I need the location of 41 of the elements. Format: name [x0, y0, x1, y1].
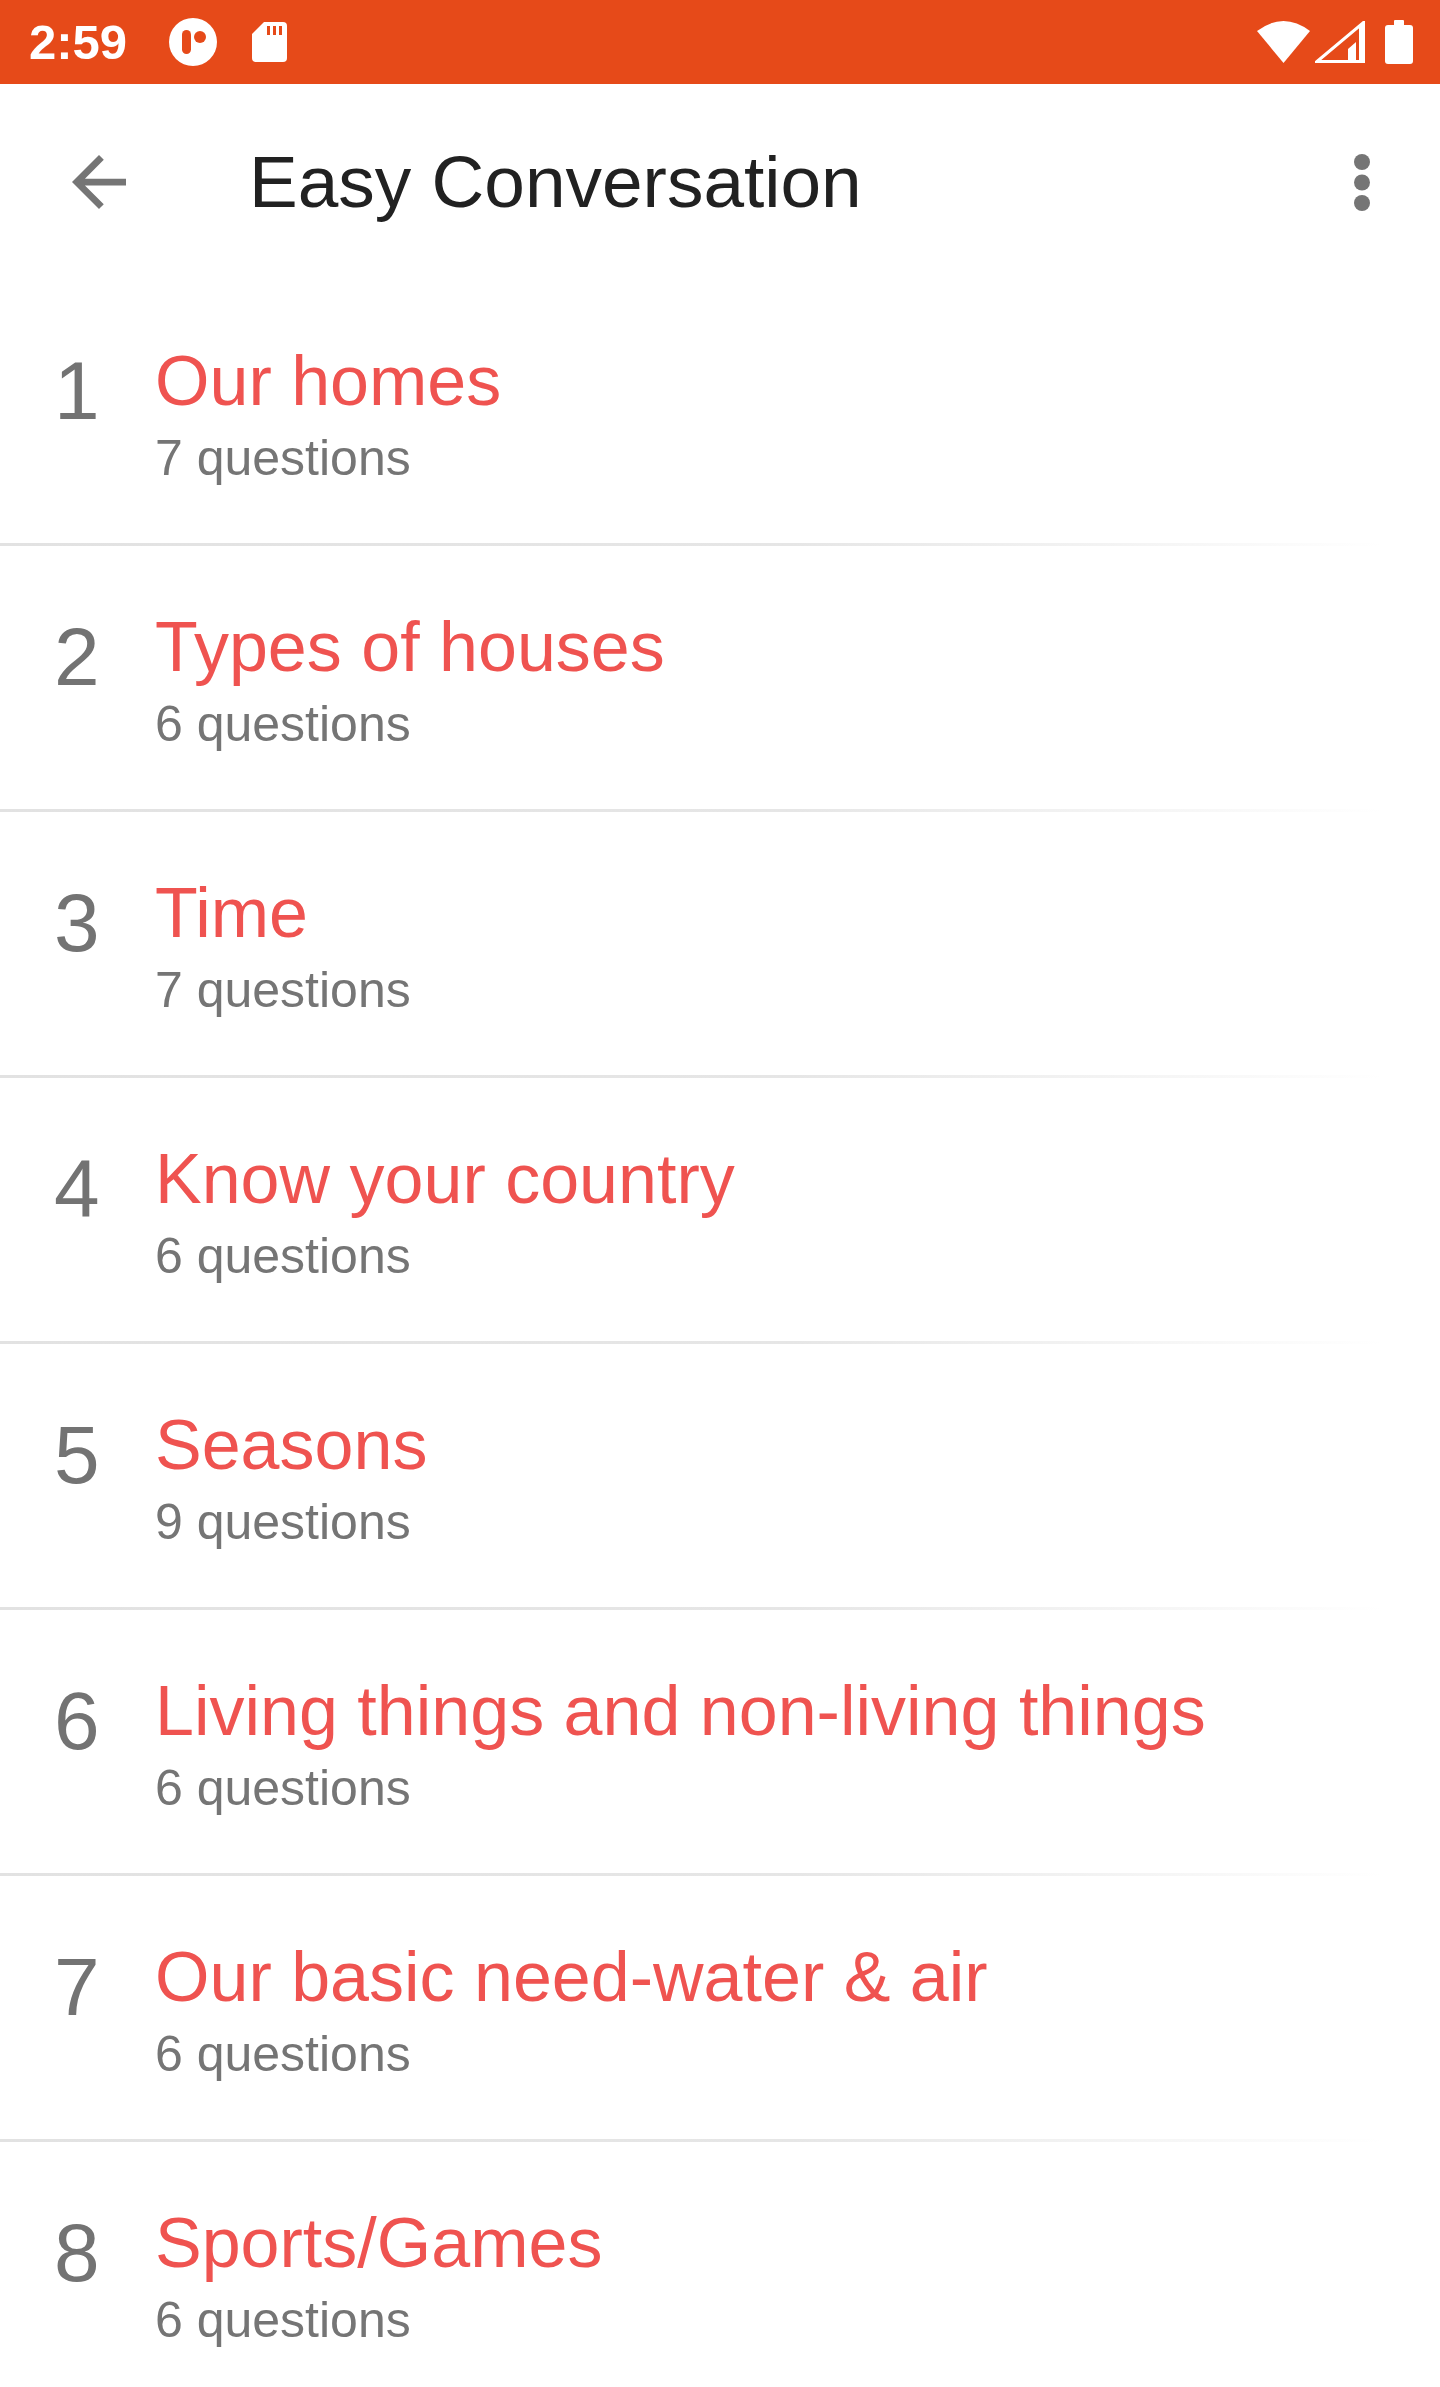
back-icon[interactable]: [72, 155, 126, 209]
lesson-title: Sports/Games: [155, 2203, 603, 2284]
question-count: 6 questions: [155, 1759, 411, 1818]
lesson-number: 2: [54, 616, 100, 698]
question-count: 6 questions: [155, 2291, 411, 2350]
lesson-title: Know your country: [155, 1139, 735, 1220]
lesson-number: 5: [54, 1414, 100, 1496]
lesson-number: 3: [54, 882, 100, 964]
lesson-list-item[interactable]: 6 Living things and non-living things 6 questions: [0, 1610, 1440, 1873]
lesson-list-item[interactable]: 3 Time 7 questions: [0, 812, 1440, 1075]
lesson-number: 6: [54, 1680, 100, 1762]
question-count: 6 questions: [155, 2025, 411, 2084]
lesson-title: Our basic need-water & air: [155, 1937, 988, 2018]
screen-title: Easy Conversation: [249, 140, 862, 225]
question-count: 6 questions: [155, 695, 411, 754]
lesson-list-item[interactable]: 2 Types of houses 6 questions: [0, 546, 1440, 809]
lesson-title: Our homes: [155, 341, 502, 422]
question-count: 9 questions: [155, 1493, 411, 1552]
lesson-title: Types of houses: [155, 607, 665, 688]
lesson-list-item[interactable]: 4 Know your country 6 questions: [0, 1078, 1440, 1341]
lesson-title: Time: [155, 873, 308, 954]
lesson-list-item[interactable]: 5 Seasons 9 questions: [0, 1344, 1440, 1607]
sd-card-icon: [252, 22, 288, 62]
lesson-number: 8: [54, 2212, 100, 2294]
more-options-icon[interactable]: [1354, 153, 1370, 211]
lesson-list-item[interactable]: 1 Our homes 7 questions: [0, 280, 1440, 543]
lesson-number: 4: [54, 1148, 100, 1230]
lesson-list-item[interactable]: 7 Our basic need-water & air 6 questions: [0, 1876, 1440, 2139]
lesson-number: 7: [54, 1946, 100, 2028]
lesson-title: Seasons: [155, 1405, 428, 1486]
question-count: 7 questions: [155, 961, 411, 1020]
question-count: 6 questions: [155, 1227, 411, 1286]
notification-icon: [169, 18, 218, 66]
lesson-title: Living things and non-living things: [155, 1671, 1206, 1752]
question-count: 7 questions: [155, 429, 411, 488]
clock-time: 2:59: [29, 17, 128, 67]
signal-icon: [1315, 21, 1365, 63]
battery-icon: [1385, 20, 1413, 64]
lesson-number: 1: [54, 350, 100, 432]
wifi-icon: [1257, 21, 1310, 63]
lesson-list-item[interactable]: 8 Sports/Games 6 questions: [0, 2142, 1440, 2387]
